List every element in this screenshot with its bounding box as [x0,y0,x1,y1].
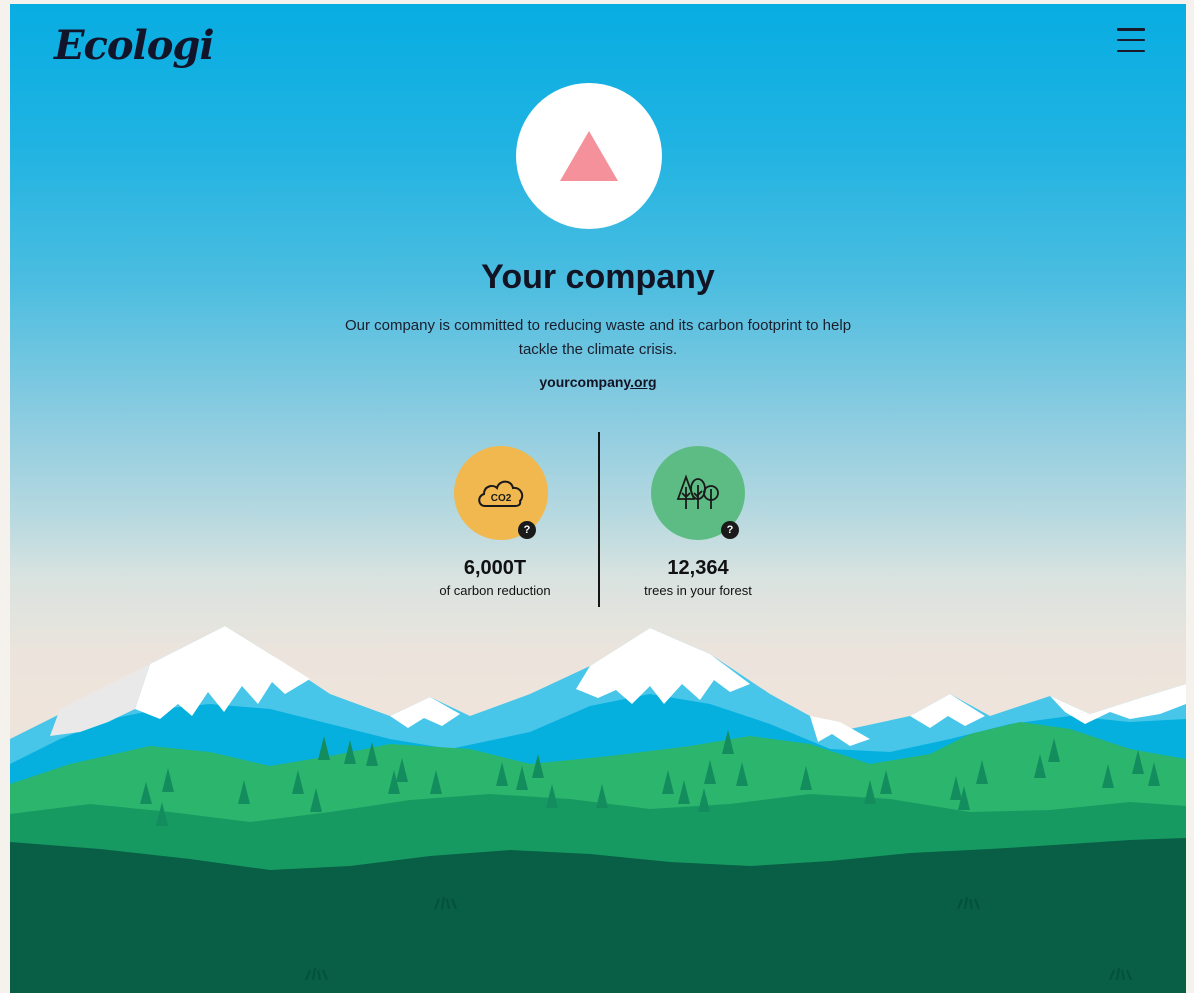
company-avatar [516,83,662,229]
trees-label: trees in your forest [644,583,752,598]
company-website-link[interactable]: yourcompany.org [10,374,1186,390]
trees-value: 12,364 [667,557,729,579]
menu-bar-bottom [1117,49,1145,52]
menu-bar-top [1117,28,1145,31]
trees-help-badge[interactable]: ? [721,521,739,539]
svg-text:CO2: CO2 [491,493,512,504]
page-frame: Ecologi Your company Our company is comm… [10,4,1186,993]
company-description: Our company is committed to reducing was… [344,317,852,358]
menu-bar-middle [1117,38,1145,42]
carbon-reduction-value: 6,000T [463,557,527,579]
ecologi-logo[interactable]: Ecologi [54,22,215,69]
co2-help-badge[interactable]: ? [518,521,536,539]
carbon-reduction-label: of carbon reduction [439,583,551,598]
stats-divider [598,432,600,607]
company-name: Your company [481,258,715,296]
triangle-logo-icon [560,131,618,181]
trees-icon [676,474,719,509]
website-name: yourcompany [539,374,631,390]
hamburger-menu-icon[interactable] [1117,28,1145,52]
website-tld: .org [630,374,657,390]
co2-cloud-icon: CO2 [478,480,524,507]
